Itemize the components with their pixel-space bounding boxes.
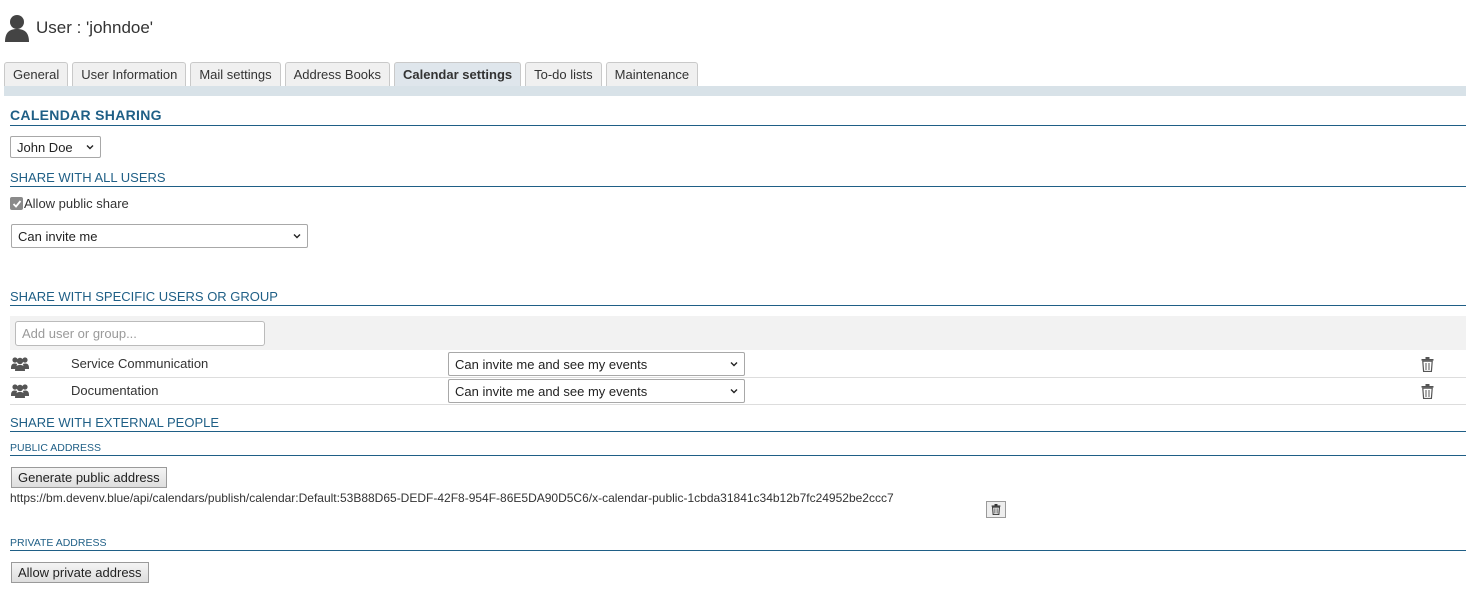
calendar-select-value: John Doe — [17, 139, 73, 155]
share-row-name: Service Communication — [71, 356, 209, 371]
share-row-permission-select[interactable]: Can invite me and see my events — [448, 379, 745, 403]
public-permission-value: Can invite me — [18, 228, 98, 244]
divider — [10, 125, 1466, 126]
tab-bar: General User Information Mail settings A… — [4, 62, 699, 86]
divider — [10, 186, 1466, 187]
chevron-down-icon — [730, 362, 738, 367]
divider — [10, 431, 1466, 432]
generate-public-address-button[interactable]: Generate public address — [11, 467, 167, 488]
tab-address-books[interactable]: Address Books — [284, 62, 391, 86]
trash-icon[interactable] — [1421, 384, 1434, 399]
tab-maintenance[interactable]: Maintenance — [605, 62, 699, 86]
divider — [10, 550, 1466, 551]
calendar-sharing-heading: CALENDAR SHARING — [10, 107, 162, 123]
allow-private-address-button[interactable]: Allow private address — [11, 562, 149, 583]
chevron-down-icon — [86, 145, 94, 150]
share-specific-heading: SHARE WITH SPECIFIC USERS OR GROUP — [10, 289, 278, 304]
tab-calendar-settings[interactable]: Calendar settings — [394, 62, 522, 86]
allow-public-share-checkbox[interactable] — [10, 197, 23, 210]
group-icon — [11, 357, 29, 371]
page-header: User : 'johndoe' — [4, 10, 153, 46]
calendar-select[interactable]: John Doe — [10, 136, 101, 158]
row-divider — [10, 377, 1466, 378]
check-icon — [12, 199, 21, 208]
trash-icon[interactable] — [1421, 357, 1434, 372]
public-permission-select[interactable]: Can invite me — [11, 224, 308, 248]
public-address-url: https://bm.devenv.blue/api/calendars/pub… — [10, 491, 894, 505]
share-row-permission-select[interactable]: Can invite me and see my events — [448, 352, 745, 376]
delete-public-address-button[interactable] — [986, 501, 1006, 518]
tab-todo-lists[interactable]: To-do lists — [525, 62, 602, 86]
tab-user-information[interactable]: User Information — [72, 62, 187, 86]
divider — [10, 455, 1466, 456]
user-icon — [5, 15, 29, 42]
allow-public-share-row: Allow public share — [10, 196, 129, 211]
tab-content-bar — [4, 86, 1466, 96]
group-icon — [11, 384, 29, 398]
add-user-input[interactable]: Add user or group... — [15, 321, 265, 346]
share-row-permission-value: Can invite me and see my events — [455, 356, 648, 372]
share-row-permission-value: Can invite me and see my events — [455, 383, 648, 399]
tab-general[interactable]: General — [4, 62, 69, 86]
divider — [10, 305, 1466, 306]
chevron-down-icon — [293, 234, 301, 239]
share-external-heading: SHARE WITH EXTERNAL PEOPLE — [10, 415, 220, 430]
share-row-name: Documentation — [71, 383, 159, 398]
page-title: User : 'johndoe' — [36, 18, 154, 37]
tab-mail-settings[interactable]: Mail settings — [190, 62, 281, 86]
chevron-down-icon — [730, 389, 738, 394]
trash-icon — [991, 504, 1001, 515]
allow-public-share-label: Allow public share — [24, 196, 129, 211]
private-address-heading: PRIVATE ADDRESS — [10, 537, 107, 549]
row-divider — [10, 404, 1466, 405]
public-address-heading: PUBLIC ADDRESS — [10, 442, 102, 454]
share-all-heading: SHARE WITH ALL USERS — [10, 170, 166, 185]
